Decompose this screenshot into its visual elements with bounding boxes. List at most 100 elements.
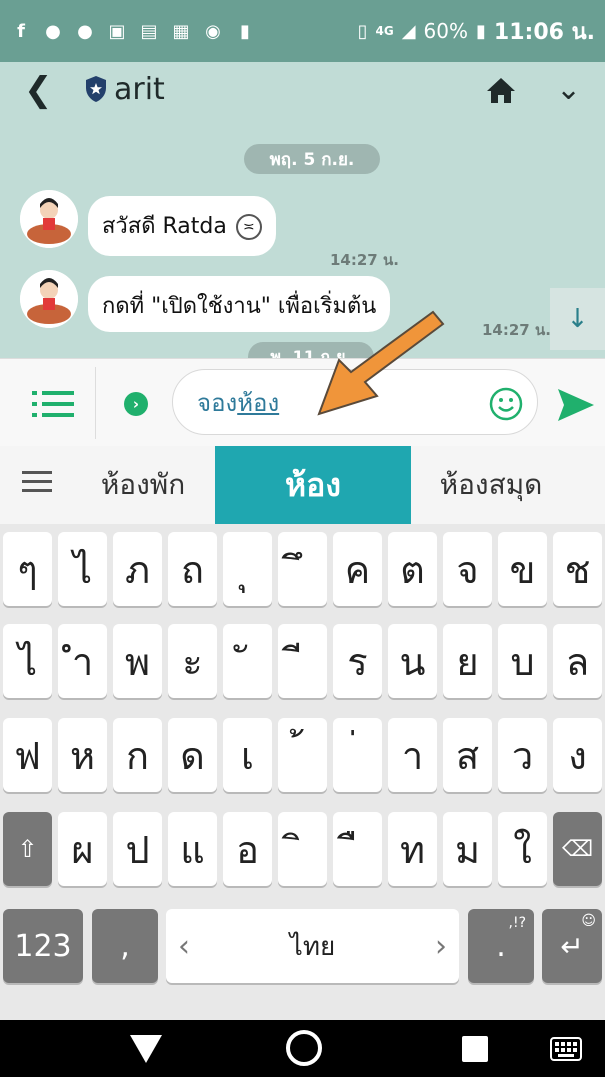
key[interactable]: ก xyxy=(113,718,162,792)
signal-icon: ◢ xyxy=(401,20,416,42)
battery-percent: 60% xyxy=(423,19,468,43)
key[interactable]: ิ xyxy=(278,812,327,886)
home-circle-icon[interactable] xyxy=(284,1028,324,1068)
location-pin-icon-2: ● xyxy=(77,20,93,42)
key[interactable]: ท xyxy=(388,812,437,886)
key[interactable]: จ xyxy=(443,532,492,606)
space-key[interactable]: ‹ ไทย › xyxy=(166,909,459,983)
key[interactable]: ไ xyxy=(58,532,107,606)
suggestion-item[interactable]: ห้องสมุด xyxy=(411,446,571,524)
divider xyxy=(95,367,96,439)
home-icon[interactable] xyxy=(486,76,516,104)
back-triangle-icon[interactable] xyxy=(128,1033,164,1065)
key[interactable]: ำ xyxy=(58,624,107,698)
key[interactable]: ร xyxy=(333,624,382,698)
facebook-icon: f xyxy=(17,20,25,42)
avatar[interactable] xyxy=(20,270,78,328)
key[interactable]: ผ xyxy=(58,812,107,886)
numbers-key[interactable]: 123 xyxy=(3,909,83,983)
key[interactable]: ส xyxy=(443,718,492,792)
key[interactable]: ป xyxy=(113,812,162,886)
key[interactable]: ข xyxy=(498,532,547,606)
annotation-arrow-icon xyxy=(317,310,445,416)
enter-icon: ↵ xyxy=(560,929,584,963)
key[interactable]: น xyxy=(388,624,437,698)
punct-hint: ,!? xyxy=(508,915,527,931)
backspace-key[interactable]: ⌫ xyxy=(553,812,602,886)
chevron-down-icon[interactable]: ⌄ xyxy=(556,72,581,107)
location-pin-icon: ● xyxy=(45,20,61,42)
key[interactable]: ว xyxy=(498,718,547,792)
key[interactable]: ห xyxy=(58,718,107,792)
key[interactable]: ี xyxy=(278,624,327,698)
comma-key[interactable]: , xyxy=(92,909,158,983)
clock: 11:06 น. xyxy=(493,19,595,45)
emoji-small-icon: ☺ xyxy=(581,913,596,929)
sim-icon: ▮ xyxy=(240,20,250,42)
keyboard-icon[interactable] xyxy=(550,1037,582,1061)
space-label: ไทย xyxy=(289,931,336,962)
emoji-icon[interactable] xyxy=(489,387,523,421)
avatar[interactable] xyxy=(20,190,78,248)
key[interactable]: ฟ xyxy=(3,718,52,792)
key[interactable]: ภ xyxy=(113,532,162,606)
suggestion-item-selected[interactable]: ห้อง xyxy=(215,446,411,524)
key[interactable]: ม xyxy=(443,812,492,886)
arrow-right-icon: › xyxy=(435,929,447,964)
key[interactable]: ึ xyxy=(278,532,327,606)
chat-title[interactable]: arit xyxy=(114,72,165,107)
vibrate-icon: ▯ xyxy=(357,20,368,42)
key[interactable]: ๆ xyxy=(3,532,52,606)
key[interactable]: บ xyxy=(498,624,547,698)
key[interactable]: ้ xyxy=(278,718,327,792)
punctuation-key[interactable]: ,!? . xyxy=(468,909,534,983)
chat-area[interactable]: พฤ. 5 ก.ย. สวัสดี Ratda ≍ 14:27 น. กดที่… xyxy=(0,120,605,358)
key[interactable]: ะ xyxy=(168,624,217,698)
key[interactable]: ค xyxy=(333,532,382,606)
scroll-down-button[interactable]: ↓ xyxy=(550,288,605,350)
composer-bar: › จอง ห้อง xyxy=(0,358,605,446)
sticker-emoji-icon: ≍ xyxy=(235,214,262,240)
recents-square-icon[interactable] xyxy=(460,1034,490,1064)
message-time: 14:27 น. xyxy=(330,251,399,269)
key[interactable]: ด xyxy=(168,718,217,792)
key[interactable]: พ xyxy=(113,624,162,698)
key[interactable]: ่ xyxy=(333,718,382,792)
key[interactable]: อ xyxy=(223,812,272,886)
expand-chevron-icon[interactable]: › xyxy=(124,392,148,416)
backspace-icon: ⌫ xyxy=(561,836,594,862)
shift-icon: ⇧ xyxy=(17,835,38,863)
key[interactable]: ใ xyxy=(498,812,547,886)
back-icon[interactable]: ❮ xyxy=(24,70,53,110)
key[interactable]: ื xyxy=(333,812,382,886)
line-icon: ◉ xyxy=(205,20,221,42)
key[interactable]: ถ xyxy=(168,532,217,606)
key[interactable]: ง xyxy=(553,718,602,792)
key[interactable]: ย xyxy=(443,624,492,698)
key[interactable]: ล xyxy=(553,624,602,698)
suggestion-bar: ห้องพัก ห้อง ห้องสมุด xyxy=(0,446,605,524)
send-icon[interactable] xyxy=(556,387,596,423)
key[interactable]: ไ xyxy=(3,624,52,698)
key[interactable]: แ xyxy=(168,812,217,886)
navigation-bar xyxy=(0,1020,605,1077)
network-badge: 4G xyxy=(375,24,394,38)
arrow-down-icon: ↓ xyxy=(566,304,589,334)
suggestion-item[interactable]: ห้องพัก xyxy=(72,446,214,524)
key[interactable]: เ xyxy=(223,718,272,792)
key[interactable]: ช xyxy=(553,532,602,606)
punct-main: . xyxy=(496,928,506,964)
chat-header: ❮ arit ⌄ xyxy=(0,62,605,120)
input-text-composing: ห้อง xyxy=(237,388,280,417)
key[interactable]: ั xyxy=(223,624,272,698)
menu-list-icon[interactable] xyxy=(32,389,74,419)
key[interactable]: ุ xyxy=(223,532,272,606)
key[interactable]: ต xyxy=(388,532,437,606)
shift-key[interactable]: ⇧ xyxy=(3,812,52,886)
key[interactable]: า xyxy=(388,718,437,792)
notification-icons: f ● ● ▣ ▤ ▦ ◉ ▮ xyxy=(10,20,256,42)
message-time: 14:27 น. xyxy=(482,321,551,339)
keyboard-menu-icon[interactable] xyxy=(22,469,52,495)
message-text: สวัสดี Ratda xyxy=(102,214,227,239)
enter-key[interactable]: ☺ ↵ xyxy=(542,909,602,983)
